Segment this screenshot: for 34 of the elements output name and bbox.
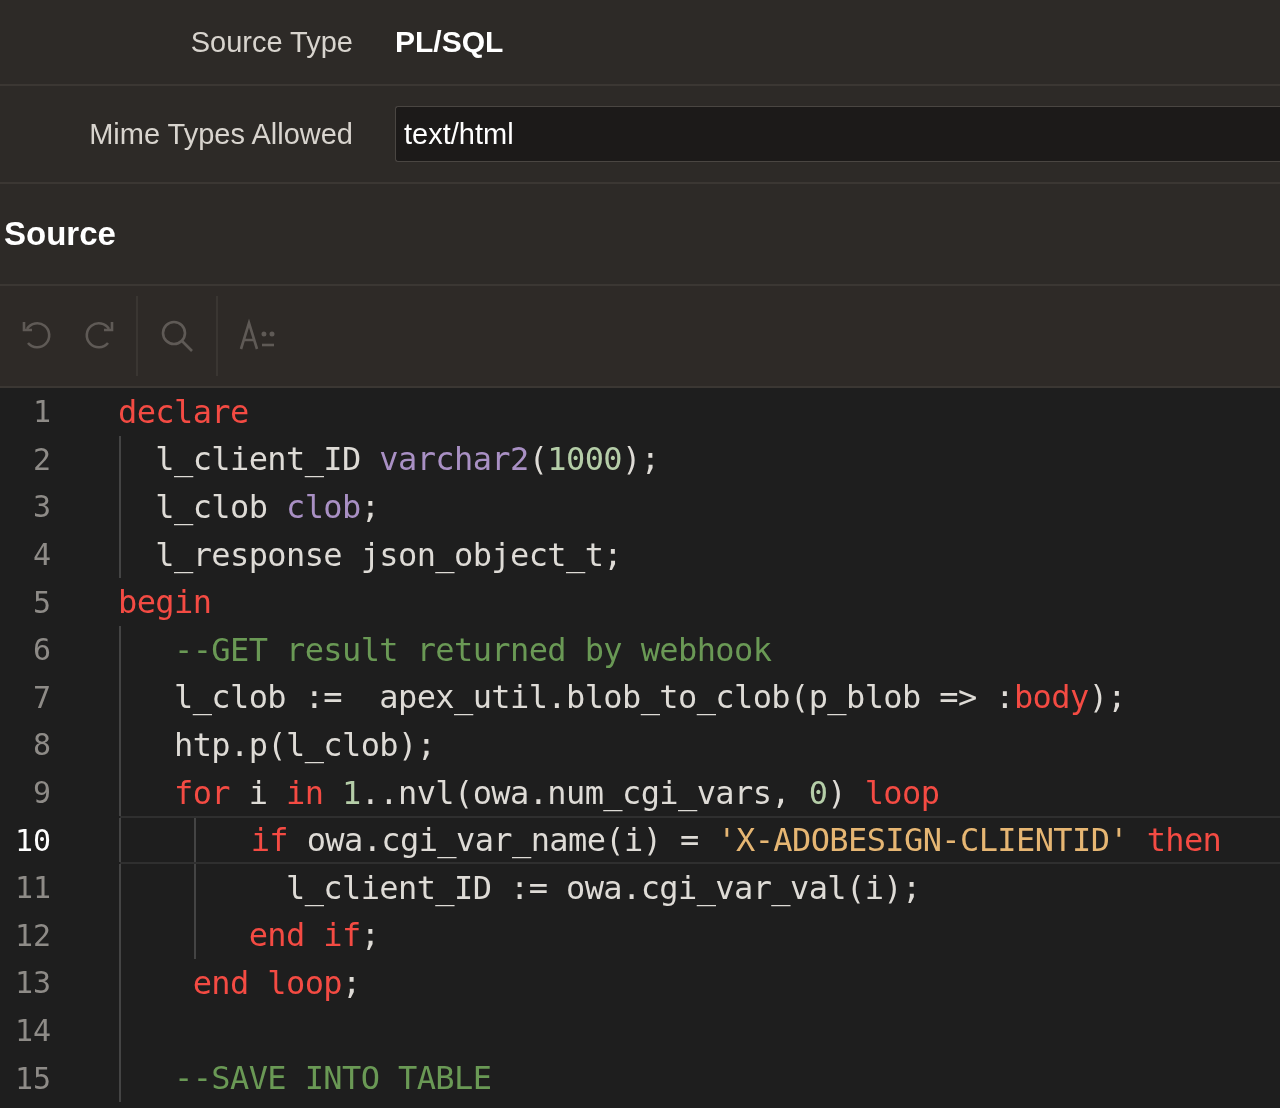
line-number: 11: [13, 870, 51, 906]
code-line: l_client_ID := owa.cgi_var_val(i);: [285, 868, 921, 907]
mime-types-field[interactable]: text/html: [395, 106, 1280, 162]
field-value: PL/SQL: [395, 25, 504, 59]
line-number: 6: [31, 632, 51, 668]
line-number: 8: [31, 727, 51, 763]
field-label: Mime Types Allowed: [88, 117, 354, 151]
code-line: htp.p(l_clob);: [173, 725, 436, 764]
line-number: 13: [13, 965, 51, 1001]
line-number: 9: [31, 775, 51, 811]
code-line: --GET result returned by webhook: [173, 630, 772, 669]
code-line: end loop;: [191, 963, 361, 1002]
line-number: 10: [13, 822, 51, 858]
code-line: l_client_ID varchar2(1000);: [154, 440, 660, 479]
code-line: l_clob := apex_util.blob_to_clob(p_blob => :body);: [173, 678, 1126, 717]
code-line: l_response json_object_t;: [154, 535, 622, 574]
code-line: for i in 1..nvl(owa.num_cgi_vars, 0) loop: [173, 773, 940, 812]
line-number: 7: [31, 679, 51, 715]
line-number: 12: [13, 917, 51, 953]
line-number: 4: [31, 537, 51, 573]
line-number: 15: [13, 1060, 51, 1096]
code-line: if owa.cgi_var_name(i) = 'X-ADOBESIGN-CLIENTID' then: [249, 821, 1222, 860]
code-line: --SAVE INTO TABLE: [173, 1059, 492, 1098]
section-title: Source: [4, 215, 116, 253]
line-number: 14: [13, 1013, 51, 1048]
code-line: declare: [118, 392, 249, 431]
code-line: end if;: [247, 916, 380, 955]
field-label: Source Type: [189, 25, 354, 59]
code-line: l_clob clob;: [154, 488, 380, 526]
line-number: 3: [31, 489, 51, 525]
line-number: 5: [31, 584, 51, 620]
code-line: begin: [118, 583, 212, 622]
line-number: 1: [31, 394, 51, 430]
line-number: 2: [31, 441, 51, 477]
